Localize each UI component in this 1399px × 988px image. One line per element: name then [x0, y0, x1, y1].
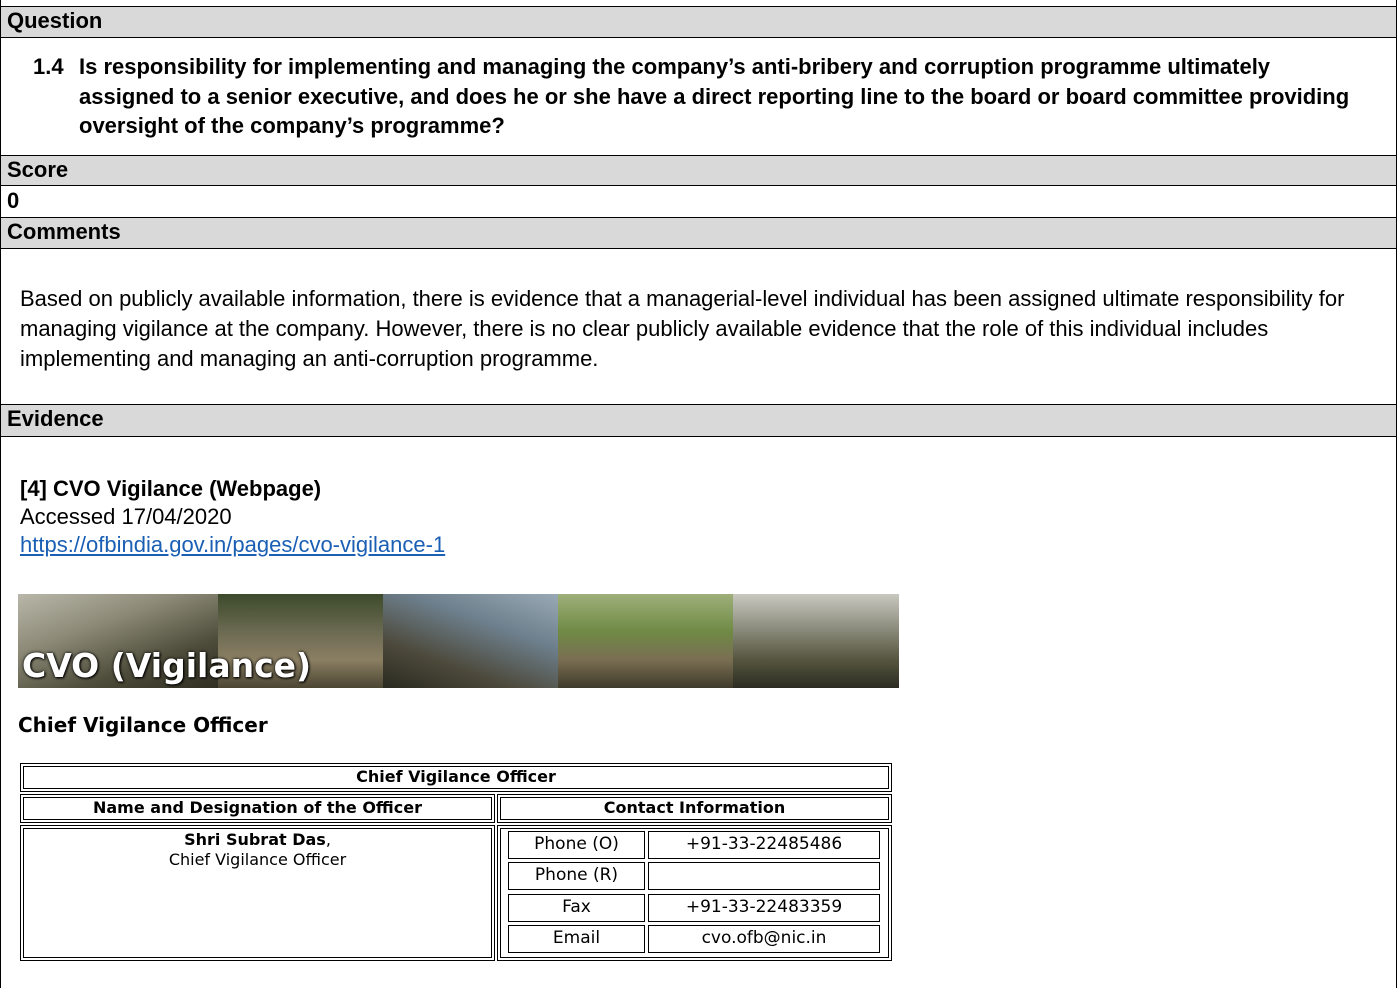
question-label: Question	[7, 8, 103, 33]
banner-photo-field	[558, 594, 733, 688]
officer-name-line: Shri Subrat Das,	[21, 826, 494, 850]
webpage-heading: Chief Vigilance Officer	[18, 713, 268, 737]
banner-photo-rifle	[733, 594, 899, 688]
col-header-name: Name and Designation of the Officer	[92, 798, 422, 817]
webpage-banner-image: CVO (Vigilance)	[18, 594, 899, 688]
col-header-contact-cell: Contact Information	[497, 794, 892, 823]
question-text: Is responsibility for implementing and m…	[79, 54, 1350, 138]
comments-text: Based on publicly available information,…	[20, 286, 1345, 371]
contact-value-email: cvo.ofb@nic.in	[648, 925, 880, 953]
question-header: Question	[1, 6, 1396, 38]
officer-name: Shri Subrat Das	[184, 830, 326, 849]
contact-label-fax: Fax	[508, 894, 645, 922]
score-value: 0	[7, 188, 20, 213]
score-label: Score	[7, 157, 69, 182]
evidence-header: Evidence	[1, 404, 1396, 437]
contact-label-phone-residence: Phone (R)	[508, 862, 645, 890]
comments-label: Comments	[7, 219, 121, 244]
evidence-url-link[interactable]: https://ofbindia.gov.in/pages/cvo-vigila…	[20, 531, 445, 559]
banner-title: CVO (Vigilance)	[22, 646, 312, 685]
officer-designation: Chief Vigilance Officer	[168, 850, 347, 869]
score-header: Score	[1, 155, 1396, 186]
col-header-contact: Contact Information	[603, 798, 786, 817]
evidence-accessed-date: Accessed 17/04/2020	[20, 504, 232, 529]
cvo-table-title: Chief Vigilance Officer	[356, 767, 556, 786]
question-divider	[1, 37, 1396, 38]
evidence-document: Question 1.4 Is responsibility for imple…	[0, 0, 1397, 988]
question-number: 1.4	[33, 54, 64, 79]
contact-label-email: Email	[508, 925, 645, 953]
contact-value-phone-office: +91-33-22485486	[648, 831, 880, 859]
evidence-title: [4] CVO Vigilance (Webpage)	[20, 476, 322, 501]
contact-value-fax: +91-33-22483359	[648, 894, 880, 922]
cvo-table-title-cell: Chief Vigilance Officer	[20, 763, 892, 792]
contact-value-phone-residence	[648, 862, 880, 890]
comments-header: Comments	[1, 217, 1396, 249]
col-header-name-cell: Name and Designation of the Officer	[20, 794, 495, 823]
banner-photo-wire-fence	[383, 594, 558, 688]
officer-name-comma: ,	[325, 830, 331, 849]
contact-label-phone-office: Phone (O)	[508, 831, 645, 859]
evidence-label: Evidence	[7, 406, 104, 431]
officer-cell: Shri Subrat Das, Chief Vigilance Officer	[20, 825, 495, 961]
